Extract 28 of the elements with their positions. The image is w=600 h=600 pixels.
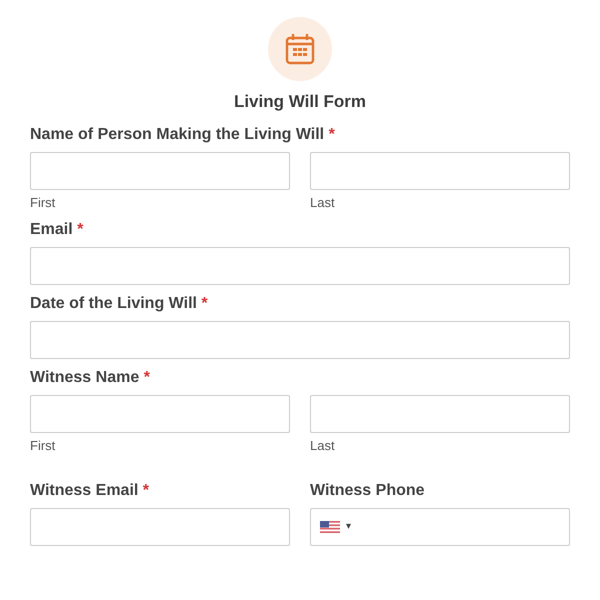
sublabel: First [30,195,56,211]
input-field[interactable] [30,508,290,546]
field-label: Email [30,221,73,238]
field-label: Name of Person Making the Living Will [30,126,324,143]
input-field[interactable] [30,321,570,359]
phone-field[interactable]: ▾ [310,508,570,546]
required-mark: * [77,221,84,238]
required-mark: * [328,126,335,143]
input-field[interactable] [310,152,570,190]
required-mark: * [142,482,150,499]
input-field[interactable] [30,152,290,190]
calendar-icon [285,33,315,65]
input-field[interactable] [30,395,290,433]
caret-icon: ▾ [346,522,351,532]
field-label: Witness Phone [310,482,425,499]
input-field[interactable] [310,395,570,433]
input-field[interactable] [30,247,570,285]
required-mark: * [201,295,208,312]
flag-icon [320,521,340,533]
sublabel: Last [310,195,336,211]
country-selector[interactable]: ▾ [320,521,351,533]
field-label: Witness Email [30,482,138,499]
sublabel: First [30,438,56,454]
form-title: Living Will Form [234,92,366,112]
field-label: Witness Name [30,369,140,386]
field-label: Date of the Living Will [30,295,197,312]
sublabel: Last [310,438,336,454]
required-mark: * [144,369,150,386]
